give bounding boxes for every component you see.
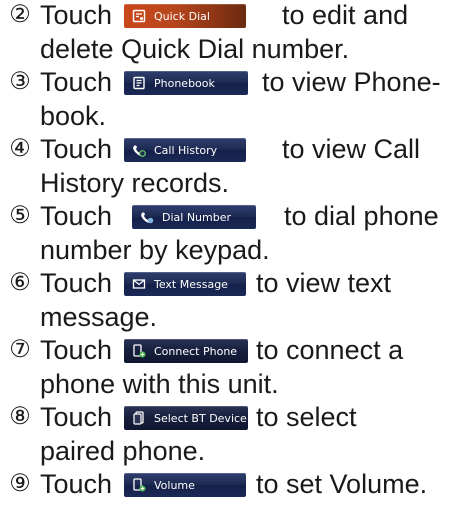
- step-text: to set Volume.: [256, 469, 428, 499]
- step-text: to dial phone: [284, 201, 439, 231]
- button-label: Quick Dial: [154, 9, 210, 23]
- step-number: ⑥: [9, 269, 31, 296]
- dial-number-button[interactable]: Dial Number: [132, 205, 256, 229]
- volume-phone-icon: [132, 478, 146, 492]
- step-text: to view Call: [282, 134, 421, 164]
- step-text: to edit and: [282, 0, 409, 30]
- touch-word: Touch: [40, 67, 113, 97]
- button-label: Volume: [154, 478, 195, 492]
- call-history-icon: [132, 143, 146, 157]
- touch-word: Touch: [40, 201, 113, 231]
- step-text-continuation: message.: [40, 302, 158, 332]
- touch-word: Touch: [40, 469, 113, 499]
- step-number: ⑦: [9, 336, 31, 363]
- step-number: ⑨: [9, 470, 31, 497]
- step-text-continuation: number by keypad.: [40, 235, 270, 265]
- touch-word: Touch: [40, 335, 113, 365]
- bt-device-icon: [132, 411, 146, 425]
- step-text-message: ⑥ Touch Text Message to view text messag…: [0, 268, 451, 335]
- envelope-icon: [132, 277, 146, 291]
- step-number: ⑧: [9, 403, 31, 430]
- step-text-continuation: phone with this unit.: [40, 369, 279, 399]
- touch-word: Touch: [40, 268, 113, 298]
- quick-dial-button[interactable]: Quick Dial: [124, 4, 246, 28]
- call-history-button[interactable]: Call History: [124, 138, 246, 162]
- step-text-continuation: paired phone.: [40, 436, 206, 466]
- button-label: Phonebook: [154, 76, 215, 90]
- connect-phone-icon: [132, 344, 146, 358]
- step-text: to connect a: [256, 335, 404, 365]
- step-phonebook: ③ Touch Phonebook to view Phone- book.: [0, 67, 451, 134]
- step-quick-dial: ② Touch Quick Dial to edit and delete Qu…: [0, 0, 451, 67]
- step-number: ③: [9, 68, 31, 95]
- step-text-continuation: History records.: [40, 168, 230, 198]
- phonebook-button[interactable]: Phonebook: [124, 71, 248, 95]
- phonebook-icon: [132, 76, 146, 90]
- dial-number-icon: [140, 210, 154, 224]
- button-label: Select BT Device: [154, 411, 247, 425]
- touch-word: Touch: [40, 0, 113, 30]
- step-connect-phone: ⑦ Touch Connect Phone to connect a phone…: [0, 335, 451, 402]
- step-text-continuation: book.: [40, 101, 107, 131]
- step-number: ④: [9, 135, 31, 162]
- text-message-button[interactable]: Text Message: [124, 272, 246, 296]
- touch-word: Touch: [40, 134, 113, 164]
- button-label: Dial Number: [162, 210, 232, 224]
- volume-button[interactable]: Volume: [124, 473, 246, 497]
- button-label: Call History: [154, 143, 218, 157]
- step-number: ②: [9, 1, 31, 28]
- step-volume: ⑨ Touch Volume to set Volume.: [0, 469, 451, 503]
- step-text-continuation: delete Quick Dial number.: [40, 34, 350, 64]
- step-call-history: ④ Touch Call History to view Call Histor…: [0, 134, 451, 201]
- step-number: ⑤: [9, 202, 31, 229]
- step-dial-number: ⑤ Touch Dial Number to dial phone number…: [0, 201, 451, 268]
- touch-word: Touch: [40, 402, 113, 432]
- manual-page: ② Touch Quick Dial to edit and delete Qu…: [0, 0, 451, 529]
- quick-dial-icon: [132, 9, 146, 23]
- step-text: to view Phone-: [262, 67, 441, 97]
- step-select-bt-device: ⑧ Touch Select BT Device to select paire…: [0, 402, 451, 469]
- connect-phone-button[interactable]: Connect Phone: [124, 339, 248, 363]
- select-bt-device-button[interactable]: Select BT Device: [124, 406, 248, 430]
- step-text: to select: [256, 402, 357, 432]
- button-label: Text Message: [154, 277, 228, 291]
- step-text: to view text: [256, 268, 392, 298]
- button-label: Connect Phone: [154, 344, 238, 358]
